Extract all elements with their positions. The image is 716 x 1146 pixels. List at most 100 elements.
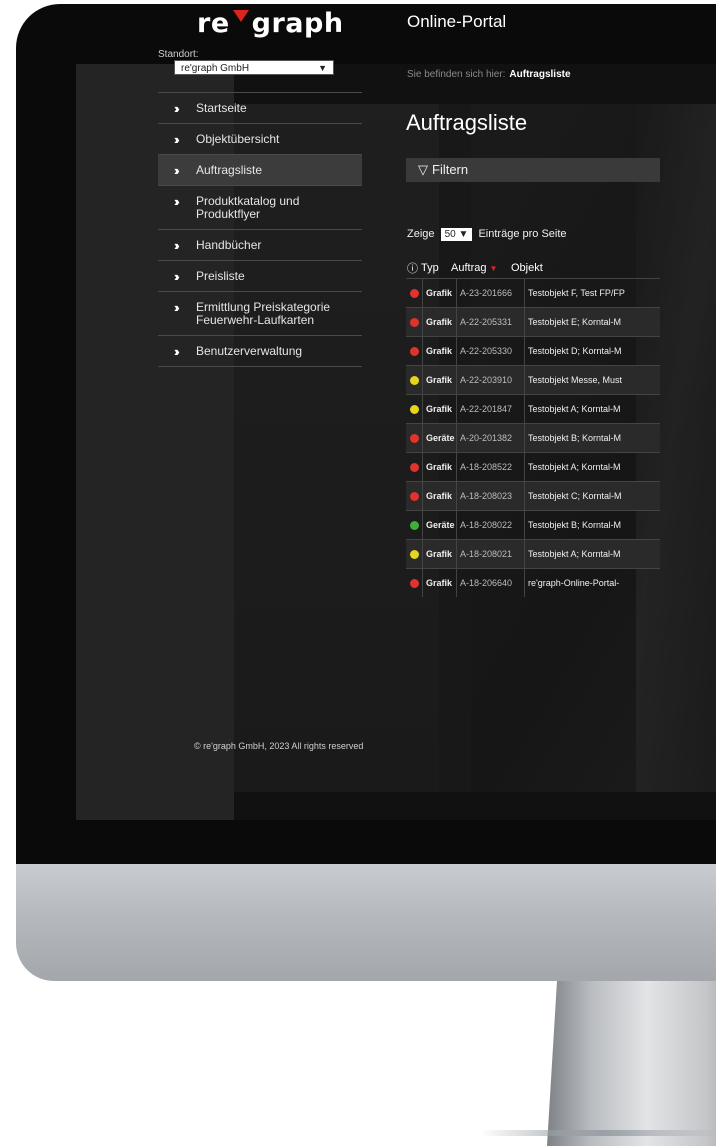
- table-row[interactable]: Grafik A-18-208021 Testobjekt A; Korntal-M: [406, 539, 660, 568]
- sidebar-item-startseite[interactable]: ›› Startseite: [158, 92, 362, 123]
- double-chevron-icon: ››: [174, 194, 180, 209]
- filter-toggle[interactable]: ▽ Filtern: [406, 158, 660, 182]
- regraph-logo[interactable]: re graph: [197, 8, 344, 39]
- sidebar-item-label: Auftragsliste: [196, 163, 263, 177]
- status-dot-icon: [409, 346, 419, 356]
- sidebar-item-label: Objektübersicht: [196, 132, 280, 146]
- auftrag-cell: A-18-208522: [456, 453, 524, 481]
- status-cell: [406, 375, 422, 385]
- status-cell: [406, 346, 422, 356]
- status-dot-icon: [409, 317, 419, 327]
- auftrag-cell: A-22-201847: [456, 395, 524, 423]
- auftrag-cell: A-18-208021: [456, 540, 524, 568]
- auftrag-cell: A-22-205331: [456, 308, 524, 336]
- sidebar-item-label: Handbücher: [196, 238, 262, 252]
- table-header: ⓘ Typ Auftrag ▼ Objekt: [406, 258, 660, 278]
- table-row[interactable]: Grafik A-18-208023 Testobjekt C; Korntal-M: [406, 481, 660, 510]
- funnel-icon: ▽: [418, 162, 428, 177]
- status-dot-icon: [409, 404, 419, 414]
- sidebar-item-handbuecher[interactable]: ›› Handbücher: [158, 229, 362, 260]
- chevron-down-icon: ▼: [458, 229, 469, 240]
- standort-select[interactable]: re'graph GmbH ▼: [174, 60, 334, 75]
- sidebar-item-benutzerverwaltung[interactable]: ›› Benutzerverwaltung: [158, 335, 362, 367]
- sidebar-item-label: Benutzerverwaltung: [196, 344, 303, 358]
- copyright-text: © re'graph GmbH, 2023 All rights reserve…: [194, 741, 364, 751]
- logo-triangle-icon: [232, 10, 249, 22]
- footer-bar: [234, 792, 716, 820]
- double-chevron-icon: ››: [174, 269, 180, 284]
- page-size-value: 50: [444, 229, 456, 240]
- status-cell: [406, 317, 422, 327]
- status-cell: [406, 404, 422, 414]
- typ-cell: Grafik: [422, 337, 456, 365]
- page-size-control: Zeige 50 ▼ Einträge pro Seite: [407, 228, 567, 241]
- objekt-cell: Testobjekt F, Test FP/FP: [524, 279, 660, 307]
- typ-cell: Grafik: [422, 482, 456, 510]
- auftrag-cell: A-23-201666: [456, 279, 524, 307]
- table-row[interactable]: Grafik A-23-201666 Testobjekt F, Test FP/F…: [406, 278, 660, 307]
- sidebar-item-label: Startseite: [196, 101, 247, 115]
- double-chevron-icon: ››: [174, 238, 180, 253]
- status-dot-icon: [409, 520, 419, 530]
- status-dot-icon: [409, 491, 419, 501]
- sort-down-icon: ▼: [489, 264, 498, 273]
- typ-cell: Grafik: [422, 395, 456, 423]
- column-header-objekt[interactable]: Objekt: [511, 262, 660, 274]
- table-row[interactable]: Grafik A-18-208522 Testobjekt A; Korntal-M: [406, 452, 660, 481]
- auftrag-cell: A-22-203910: [456, 366, 524, 394]
- logo-text-left: re: [197, 8, 230, 39]
- sidebar-nav: ›› Startseite ›› Objektübersicht ›› Auftrag…: [158, 92, 362, 367]
- auftrag-cell: A-18-208022: [456, 511, 524, 539]
- table-row[interactable]: Geräte A-20-201382 Testobjekt B; Korntal-M: [406, 423, 660, 452]
- column-header-typ[interactable]: Typ: [421, 262, 451, 274]
- typ-cell: Grafik: [422, 308, 456, 336]
- sidebar-item-auftragsliste[interactable]: ›› Auftragsliste: [158, 154, 362, 185]
- page-size-select[interactable]: 50 ▼: [440, 228, 473, 241]
- status-dot-icon: [409, 549, 419, 559]
- objekt-cell: Testobjekt A; Korntal-M: [524, 540, 660, 568]
- breadcrumb: Sie befinden sich hier: Auftragsliste: [407, 69, 571, 80]
- objekt-cell: Testobjekt D; Korntal-M: [524, 337, 660, 365]
- double-chevron-icon: ››: [174, 344, 180, 359]
- table-row[interactable]: Grafik A-22-205330 Testobjekt D; Korntal-M: [406, 336, 660, 365]
- sidebar-item-produktkatalog[interactable]: ›› Produktkatalog und Produktflyer: [158, 185, 362, 229]
- double-chevron-icon: ››: [174, 101, 180, 116]
- page-size-suffix: Einträge pro Seite: [478, 228, 567, 240]
- table-row[interactable]: Grafik A-22-201847 Testobjekt A; Korntal-M: [406, 394, 660, 423]
- objekt-cell: Testobjekt A; Korntal-M: [524, 453, 660, 481]
- sidebar-item-objektuebersicht[interactable]: ›› Objektübersicht: [158, 123, 362, 154]
- status-cell: [406, 433, 422, 443]
- status-cell: [406, 549, 422, 559]
- objekt-cell: Testobjekt B; Korntal-M: [524, 511, 660, 539]
- table-row[interactable]: Grafik A-22-203910 Testobjekt Messe, Must: [406, 365, 660, 394]
- double-chevron-icon: ››: [174, 132, 180, 147]
- column-header-label: Auftrag: [451, 262, 487, 274]
- monitor-stand: [547, 981, 716, 1146]
- typ-cell: Geräte: [422, 424, 456, 452]
- status-cell: [406, 288, 422, 298]
- status-cell: [406, 491, 422, 501]
- column-header-auftrag[interactable]: Auftrag ▼: [451, 262, 511, 274]
- objekt-cell: Testobjekt B; Korntal-M: [524, 424, 660, 452]
- objekt-cell: Testobjekt A; Korntal-M: [524, 395, 660, 423]
- double-chevron-icon: ››: [174, 300, 180, 315]
- status-cell: [406, 578, 422, 588]
- typ-cell: Grafik: [422, 279, 456, 307]
- sidebar-item-preiskategorie[interactable]: ›› Ermittlung Preiskategorie Feuerwehr-La…: [158, 291, 362, 335]
- status-dot-icon: [409, 375, 419, 385]
- stand-shadow: [480, 1130, 716, 1136]
- sidebar-item-preisliste[interactable]: ›› Preisliste: [158, 260, 362, 291]
- objekt-cell: re'graph-Online-Portal-: [524, 569, 660, 597]
- status-dot-icon: [409, 578, 419, 588]
- table-body: Grafik A-23-201666 Testobjekt F, Test FP/F…: [406, 278, 660, 597]
- info-icon[interactable]: ⓘ: [406, 260, 421, 276]
- page-title: Auftragsliste: [406, 110, 528, 135]
- orders-table: ⓘ Typ Auftrag ▼ Objekt Grafik A-23-201666 T…: [406, 258, 660, 597]
- monitor-chin: [16, 864, 716, 981]
- table-row[interactable]: Grafik A-18-206640 re'graph-Online-Portal-: [406, 568, 660, 597]
- breadcrumb-current[interactable]: Auftragsliste: [509, 69, 570, 80]
- table-row[interactable]: Geräte A-18-208022 Testobjekt B; Korntal-M: [406, 510, 660, 539]
- double-chevron-icon: ››: [174, 163, 180, 178]
- table-row[interactable]: Grafik A-22-205331 Testobjekt E; Korntal-M: [406, 307, 660, 336]
- status-dot-icon: [409, 462, 419, 472]
